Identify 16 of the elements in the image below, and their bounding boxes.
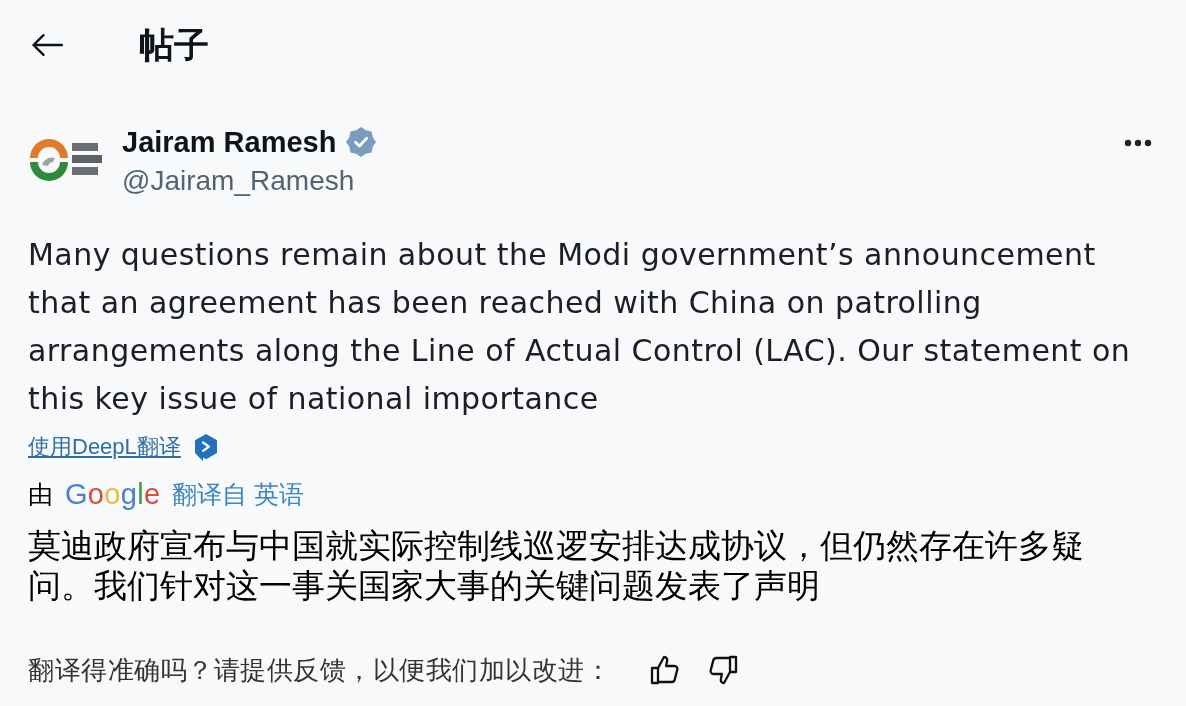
more-options-icon[interactable] — [1124, 139, 1152, 147]
back-icon[interactable] — [32, 33, 63, 57]
hexagon-bubble-icon — [192, 433, 219, 461]
page-title: 帖子 — [139, 24, 209, 66]
thumbs-down-icon[interactable] — [707, 654, 739, 686]
provider-logo: Google — [65, 477, 161, 512]
author-name[interactable]: Jairam Ramesh — [122, 122, 337, 162]
attribution-prefix: 由 — [28, 479, 53, 510]
post-text: Many questions remain about the Modi government’s announcement that an agreement has been reached with China on patrolling arrangements along the Line of Actual Control (LAC). Our statement on this key issue of national importance — [28, 236, 1132, 418]
avatar-logo-icon[interactable] — [28, 138, 104, 182]
feedback-prompt: 翻译得准确吗？请提供反馈，以便我们加以改进： — [28, 654, 611, 687]
source-language-label: 翻译自 英语 — [172, 479, 305, 510]
translate-link[interactable]: 使用DeepL翻译 — [28, 432, 181, 462]
thumbs-up-icon[interactable] — [649, 654, 681, 686]
author-handle[interactable]: @Jairam_Ramesh — [122, 162, 377, 200]
translation-text: 莫迪政府宣布与中国就实际控制线巡逻安排达成协议，但仍然存在许多疑问。我们针对这一事关国家大事的关键问题发表了声明 — [28, 526, 1085, 606]
